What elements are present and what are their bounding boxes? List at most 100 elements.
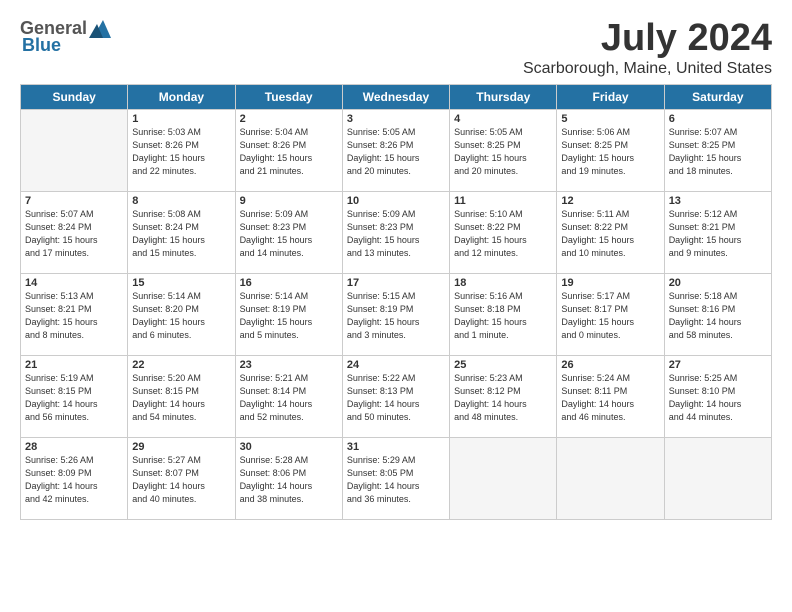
day-number: 25: [454, 359, 552, 371]
calendar-week-5: 28Sunrise: 5:26 AM Sunset: 8:09 PM Dayli…: [21, 437, 772, 519]
calendar-header-sunday: Sunday: [21, 84, 128, 109]
day-number: 15: [132, 277, 230, 289]
calendar-day: 4Sunrise: 5:05 AM Sunset: 8:25 PM Daylig…: [450, 109, 557, 191]
day-number: 13: [669, 195, 767, 207]
calendar-day: 13Sunrise: 5:12 AM Sunset: 8:21 PM Dayli…: [664, 191, 771, 273]
day-info: Sunrise: 5:07 AM Sunset: 8:25 PM Dayligh…: [669, 126, 767, 178]
calendar-day: 29Sunrise: 5:27 AM Sunset: 8:07 PM Dayli…: [128, 437, 235, 519]
calendar-day: 6Sunrise: 5:07 AM Sunset: 8:25 PM Daylig…: [664, 109, 771, 191]
day-number: 9: [240, 195, 338, 207]
calendar-day: [450, 437, 557, 519]
day-number: 10: [347, 195, 445, 207]
calendar-header-friday: Friday: [557, 84, 664, 109]
day-info: Sunrise: 5:22 AM Sunset: 8:13 PM Dayligh…: [347, 372, 445, 424]
day-number: 30: [240, 441, 338, 453]
day-info: Sunrise: 5:03 AM Sunset: 8:26 PM Dayligh…: [132, 126, 230, 178]
calendar-day: 8Sunrise: 5:08 AM Sunset: 8:24 PM Daylig…: [128, 191, 235, 273]
calendar-day: 28Sunrise: 5:26 AM Sunset: 8:09 PM Dayli…: [21, 437, 128, 519]
calendar-day: 27Sunrise: 5:25 AM Sunset: 8:10 PM Dayli…: [664, 355, 771, 437]
logo-icon: [89, 20, 111, 38]
calendar-day: 12Sunrise: 5:11 AM Sunset: 8:22 PM Dayli…: [557, 191, 664, 273]
calendar-table: SundayMondayTuesdayWednesdayThursdayFrid…: [20, 84, 772, 520]
day-info: Sunrise: 5:24 AM Sunset: 8:11 PM Dayligh…: [561, 372, 659, 424]
day-number: 18: [454, 277, 552, 289]
calendar-day: 1Sunrise: 5:03 AM Sunset: 8:26 PM Daylig…: [128, 109, 235, 191]
day-number: 6: [669, 113, 767, 125]
calendar-day: 21Sunrise: 5:19 AM Sunset: 8:15 PM Dayli…: [21, 355, 128, 437]
day-info: Sunrise: 5:09 AM Sunset: 8:23 PM Dayligh…: [347, 208, 445, 260]
day-number: 4: [454, 113, 552, 125]
day-number: 2: [240, 113, 338, 125]
day-number: 7: [25, 195, 123, 207]
day-info: Sunrise: 5:17 AM Sunset: 8:17 PM Dayligh…: [561, 290, 659, 342]
logo: General Blue: [20, 18, 113, 56]
calendar-week-4: 21Sunrise: 5:19 AM Sunset: 8:15 PM Dayli…: [21, 355, 772, 437]
calendar-day: 10Sunrise: 5:09 AM Sunset: 8:23 PM Dayli…: [342, 191, 449, 273]
calendar-day: 18Sunrise: 5:16 AM Sunset: 8:18 PM Dayli…: [450, 273, 557, 355]
calendar-day: 7Sunrise: 5:07 AM Sunset: 8:24 PM Daylig…: [21, 191, 128, 273]
calendar-header-monday: Monday: [128, 84, 235, 109]
calendar-week-2: 7Sunrise: 5:07 AM Sunset: 8:24 PM Daylig…: [21, 191, 772, 273]
calendar-day: [664, 437, 771, 519]
day-info: Sunrise: 5:20 AM Sunset: 8:15 PM Dayligh…: [132, 372, 230, 424]
day-info: Sunrise: 5:19 AM Sunset: 8:15 PM Dayligh…: [25, 372, 123, 424]
day-number: 14: [25, 277, 123, 289]
day-number: 8: [132, 195, 230, 207]
day-number: 29: [132, 441, 230, 453]
day-number: 19: [561, 277, 659, 289]
day-info: Sunrise: 5:14 AM Sunset: 8:19 PM Dayligh…: [240, 290, 338, 342]
calendar-day: 11Sunrise: 5:10 AM Sunset: 8:22 PM Dayli…: [450, 191, 557, 273]
day-info: Sunrise: 5:11 AM Sunset: 8:22 PM Dayligh…: [561, 208, 659, 260]
day-number: 28: [25, 441, 123, 453]
subtitle: Scarborough, Maine, United States: [523, 60, 772, 78]
day-number: 20: [669, 277, 767, 289]
day-info: Sunrise: 5:05 AM Sunset: 8:26 PM Dayligh…: [347, 126, 445, 178]
day-info: Sunrise: 5:13 AM Sunset: 8:21 PM Dayligh…: [25, 290, 123, 342]
calendar-day: 9Sunrise: 5:09 AM Sunset: 8:23 PM Daylig…: [235, 191, 342, 273]
day-info: Sunrise: 5:12 AM Sunset: 8:21 PM Dayligh…: [669, 208, 767, 260]
day-info: Sunrise: 5:29 AM Sunset: 8:05 PM Dayligh…: [347, 454, 445, 506]
title-section: July 2024 Scarborough, Maine, United Sta…: [523, 18, 772, 78]
day-number: 22: [132, 359, 230, 371]
day-info: Sunrise: 5:28 AM Sunset: 8:06 PM Dayligh…: [240, 454, 338, 506]
day-number: 1: [132, 113, 230, 125]
day-number: 24: [347, 359, 445, 371]
day-info: Sunrise: 5:27 AM Sunset: 8:07 PM Dayligh…: [132, 454, 230, 506]
day-info: Sunrise: 5:08 AM Sunset: 8:24 PM Dayligh…: [132, 208, 230, 260]
day-number: 17: [347, 277, 445, 289]
calendar-day: 25Sunrise: 5:23 AM Sunset: 8:12 PM Dayli…: [450, 355, 557, 437]
day-info: Sunrise: 5:10 AM Sunset: 8:22 PM Dayligh…: [454, 208, 552, 260]
day-number: 5: [561, 113, 659, 125]
day-number: 21: [25, 359, 123, 371]
day-info: Sunrise: 5:26 AM Sunset: 8:09 PM Dayligh…: [25, 454, 123, 506]
calendar-day: [557, 437, 664, 519]
calendar-day: 20Sunrise: 5:18 AM Sunset: 8:16 PM Dayli…: [664, 273, 771, 355]
calendar-day: 31Sunrise: 5:29 AM Sunset: 8:05 PM Dayli…: [342, 437, 449, 519]
calendar-day: [21, 109, 128, 191]
day-info: Sunrise: 5:21 AM Sunset: 8:14 PM Dayligh…: [240, 372, 338, 424]
calendar-day: 3Sunrise: 5:05 AM Sunset: 8:26 PM Daylig…: [342, 109, 449, 191]
calendar-day: 17Sunrise: 5:15 AM Sunset: 8:19 PM Dayli…: [342, 273, 449, 355]
calendar-header-tuesday: Tuesday: [235, 84, 342, 109]
calendar-day: 26Sunrise: 5:24 AM Sunset: 8:11 PM Dayli…: [557, 355, 664, 437]
day-number: 12: [561, 195, 659, 207]
day-info: Sunrise: 5:05 AM Sunset: 8:25 PM Dayligh…: [454, 126, 552, 178]
day-info: Sunrise: 5:07 AM Sunset: 8:24 PM Dayligh…: [25, 208, 123, 260]
day-info: Sunrise: 5:15 AM Sunset: 8:19 PM Dayligh…: [347, 290, 445, 342]
day-info: Sunrise: 5:04 AM Sunset: 8:26 PM Dayligh…: [240, 126, 338, 178]
calendar-header-wednesday: Wednesday: [342, 84, 449, 109]
day-info: Sunrise: 5:14 AM Sunset: 8:20 PM Dayligh…: [132, 290, 230, 342]
calendar-day: 24Sunrise: 5:22 AM Sunset: 8:13 PM Dayli…: [342, 355, 449, 437]
calendar-header-row: SundayMondayTuesdayWednesdayThursdayFrid…: [21, 84, 772, 109]
header: General Blue July 2024 Scarborough, Main…: [20, 18, 772, 78]
calendar-day: 19Sunrise: 5:17 AM Sunset: 8:17 PM Dayli…: [557, 273, 664, 355]
calendar-header-thursday: Thursday: [450, 84, 557, 109]
page: General Blue July 2024 Scarborough, Main…: [0, 0, 792, 530]
calendar-day: 14Sunrise: 5:13 AM Sunset: 8:21 PM Dayli…: [21, 273, 128, 355]
calendar-day: 5Sunrise: 5:06 AM Sunset: 8:25 PM Daylig…: [557, 109, 664, 191]
main-title: July 2024: [523, 18, 772, 60]
logo-blue: Blue: [22, 35, 61, 56]
day-number: 16: [240, 277, 338, 289]
day-info: Sunrise: 5:25 AM Sunset: 8:10 PM Dayligh…: [669, 372, 767, 424]
day-number: 3: [347, 113, 445, 125]
